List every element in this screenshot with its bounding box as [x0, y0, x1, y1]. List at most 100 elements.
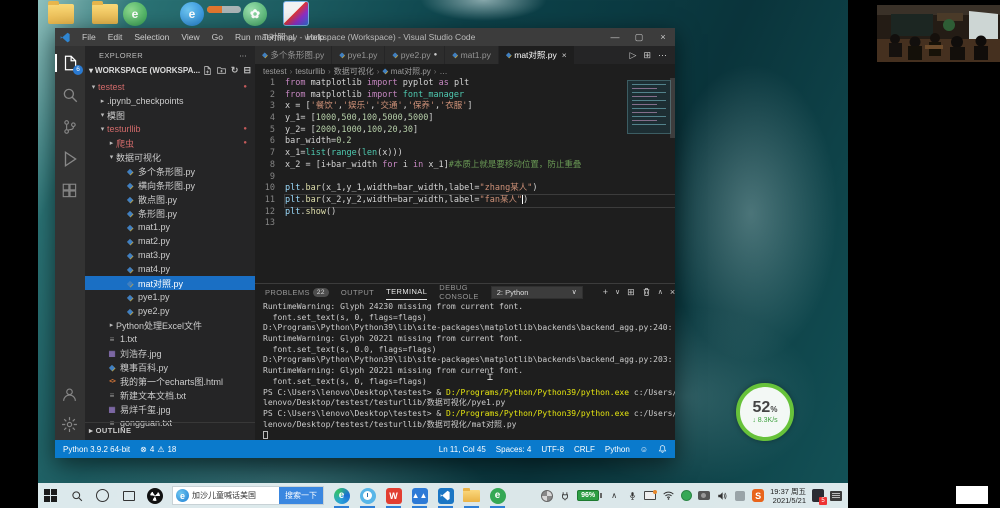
code-line[interactable]: 9 — [255, 172, 675, 184]
security-360-tray-icon[interactable] — [680, 490, 692, 502]
selected-app-desktop-icon[interactable] — [283, 1, 309, 26]
breadcrumb-item[interactable]: 数据可视化 — [334, 66, 374, 77]
menu-item-file[interactable]: File — [77, 30, 101, 44]
search-icon[interactable] — [61, 86, 79, 104]
code-line[interactable]: 8x_2 = [i+bar_width for i in x_1]#本质上就是要… — [255, 160, 675, 172]
run-file-icon[interactable]: ▷ — [630, 50, 637, 61]
power-plug-icon[interactable] — [559, 490, 571, 502]
breadcrumb-item[interactable]: testurllib — [295, 67, 325, 76]
menu-item-terminal[interactable]: Terminal — [258, 30, 300, 44]
recorder-tray-icon[interactable] — [698, 490, 710, 502]
tree-item[interactable]: ▸Python处理Excel文件 — [85, 318, 255, 332]
tree-item[interactable]: ◆条形图.py — [85, 206, 255, 220]
code-line[interactable]: 7x_1=list(range(len(x))) — [255, 148, 675, 160]
screenshot-tray-icon[interactable] — [644, 490, 656, 502]
tree-item[interactable]: ◆横向条形图.py — [85, 178, 255, 192]
problems-status[interactable]: ⊗ 4 ⚠ 18 — [140, 445, 176, 454]
tree-item[interactable]: <>我的第一个echarts图.html — [85, 374, 255, 388]
color-wheel-tray-icon[interactable] — [541, 490, 553, 502]
vscode-titlebar[interactable]: mat对照.py - workspace (Workspace) - Visua… — [55, 28, 675, 46]
python-version-status[interactable]: Python 3.9.2 64-bit — [63, 445, 130, 454]
notifications-bell-icon[interactable] — [658, 444, 667, 454]
outline-section[interactable]: ▸ OUTLINE — [85, 422, 255, 438]
ie-browser-desktop-icon[interactable]: e — [180, 2, 204, 26]
status-item[interactable]: Ln 11, Col 45 — [439, 445, 486, 454]
menu-item-go[interactable]: Go — [207, 30, 228, 44]
cortana-icon[interactable] — [94, 487, 111, 504]
tree-item[interactable]: ▾testurllib● — [85, 122, 255, 136]
start-button[interactable] — [42, 487, 59, 504]
code-line[interactable]: 4y_1= [1000,500,100,5000,5000] — [255, 113, 675, 125]
editor-tab[interactable]: ◆pye1.py — [332, 46, 385, 64]
panel-tab-terminal[interactable]: TERMINAL — [386, 284, 427, 300]
tree-item[interactable]: ▸.ipynb_checkpoints — [85, 94, 255, 108]
sogou-input-icon[interactable]: S — [752, 490, 764, 502]
tree-item[interactable]: ◆多个条形图.py — [85, 164, 255, 178]
menu-item-edit[interactable]: Edit — [103, 30, 128, 44]
wps-icon[interactable]: W — [385, 487, 402, 504]
code-line[interactable]: 12plt.show() — [255, 207, 675, 219]
editor-more-icon[interactable]: ⋯ — [658, 50, 667, 61]
code-line[interactable]: 5y_2= [2000,1000,100,20,30] — [255, 125, 675, 137]
tree-item[interactable]: ◆mat1.py — [85, 220, 255, 234]
maximize-panel-icon[interactable]: ∧ — [658, 288, 663, 296]
editor-tab[interactable]: ◆mat对照.py× — [499, 46, 575, 64]
green-app-desktop-icon[interactable]: ✿ — [243, 2, 267, 26]
file-explorer-icon[interactable] — [463, 487, 480, 504]
status-item[interactable]: CRLF — [574, 445, 595, 454]
code-line[interactable]: 11plt.bar(x_2,y_2,width=bar_width,label=… — [255, 195, 675, 207]
code-line[interactable]: 2from matplotlib import font_manager — [255, 90, 675, 102]
status-item[interactable]: UTF-8 — [541, 445, 564, 454]
explorer-more-icon[interactable]: ⋯ — [239, 51, 247, 60]
action-center-icon[interactable] — [830, 490, 842, 502]
panel-tab-problems[interactable]: PROBLEMS22 — [265, 284, 329, 300]
status-item[interactable]: Python — [605, 445, 630, 454]
split-editor-icon[interactable]: ⊞ — [643, 50, 651, 61]
tree-item[interactable]: ▾testest● — [85, 80, 255, 94]
tree-item[interactable]: ◆mat对照.py — [85, 276, 255, 290]
workspace-section-header[interactable]: ▾ WORKSPACE (WORKSPA... ↻ ⊟ — [85, 63, 255, 78]
tree-item[interactable]: ▦易烊千玺.jpg — [85, 402, 255, 416]
green-e-browser-icon[interactable]: e — [489, 487, 506, 504]
vscode-taskbar-icon[interactable] — [437, 487, 454, 504]
breadcrumb[interactable]: testest›testurllib›数据可视化›◆mat对照.py›… — [255, 64, 675, 78]
new-folder-icon[interactable] — [217, 66, 226, 75]
code-editor[interactable]: 1from matplotlib import pyplot as plt2fr… — [255, 78, 675, 283]
code-line[interactable]: 10plt.bar(x_1,y_1,width=bar_width,label=… — [255, 183, 675, 195]
breadcrumb-item[interactable]: testest — [263, 67, 287, 76]
kill-terminal-icon[interactable] — [642, 287, 651, 297]
volume-icon[interactable] — [716, 490, 728, 502]
source-control-icon[interactable] — [61, 118, 79, 136]
black-circle-app-icon[interactable] — [146, 487, 163, 504]
status-item[interactable]: Spaces: 4 — [496, 445, 532, 454]
minimap[interactable] — [627, 80, 671, 134]
tree-item[interactable]: ▾模图 — [85, 108, 255, 122]
desktop-folder-icon[interactable] — [48, 4, 74, 24]
split-terminal-icon[interactable]: ⊞ — [627, 287, 635, 298]
maximize-button[interactable]: ▢ — [627, 28, 651, 46]
tree-item[interactable]: ▾数据可视化 — [85, 150, 255, 164]
tree-item[interactable]: ◆mat4.py — [85, 262, 255, 276]
hidden-icons-chevron[interactable]: ∧ — [608, 490, 620, 502]
close-panel-icon[interactable]: × — [670, 287, 675, 297]
run-debug-icon[interactable] — [61, 150, 79, 168]
breadcrumb-item[interactable]: mat对照.py — [391, 66, 431, 77]
tree-item[interactable]: ◆pye2.py — [85, 304, 255, 318]
tree-item[interactable]: ▸爬虫● — [85, 136, 255, 150]
code-line[interactable]: 3x = ['餐饮','娱乐','交通','保养','衣服'] — [255, 101, 675, 113]
blue-m-app-icon[interactable]: ▲▲ — [411, 487, 428, 504]
battery-indicator[interactable]: 96% — [577, 490, 602, 501]
editor-scrollbar[interactable] — [670, 78, 675, 138]
search-go-button[interactable]: 搜索一下 — [279, 487, 323, 504]
task-view-icon[interactable] — [120, 487, 137, 504]
menu-item-view[interactable]: View — [176, 30, 204, 44]
breadcrumb-item[interactable]: … — [439, 67, 447, 76]
taskbar-search-icon[interactable] — [68, 487, 85, 504]
desktop-folder-icon[interactable] — [92, 4, 118, 24]
tree-item[interactable]: ◆糗事百科.py — [85, 360, 255, 374]
menu-item-run[interactable]: Run — [230, 30, 256, 44]
tree-item[interactable]: ◆mat2.py — [85, 234, 255, 248]
terminal-output[interactable]: RuntimeWarning: Glyph 24230 missing from… — [255, 300, 675, 440]
new-terminal-icon[interactable]: + — [603, 287, 608, 297]
panel-tab-debug-console[interactable]: DEBUG CONSOLE — [439, 284, 478, 300]
